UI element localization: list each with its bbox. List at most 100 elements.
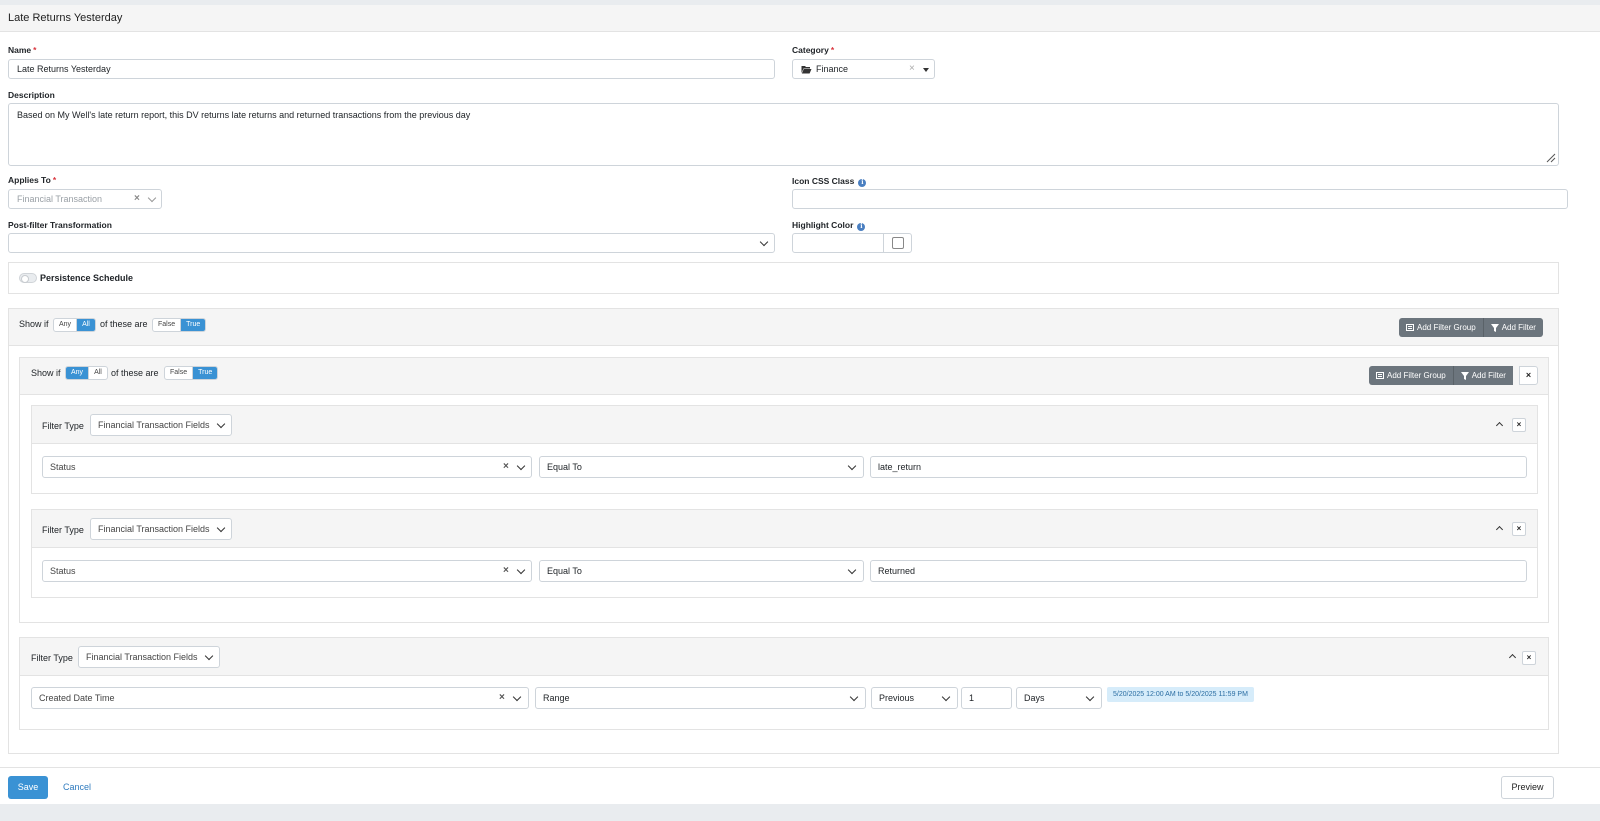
outer-match-any[interactable]: Any: [54, 319, 78, 331]
list-icon: [1376, 372, 1384, 379]
folder-open-icon: [801, 66, 812, 74]
persistence-toggle[interactable]: [19, 273, 37, 283]
info-icon[interactable]: i: [858, 179, 867, 187]
persistence-panel: Persistence Schedule: [8, 262, 1559, 294]
filter-2-type-label: Filter Type: [42, 525, 84, 535]
filter-2-header: Filter Type Financial Transaction Fields…: [32, 510, 1537, 548]
name-input[interactable]: Late Returns Yesterday: [8, 59, 775, 79]
applies-to-select[interactable]: Financial Transaction ×: [8, 189, 162, 209]
chevron-down-icon: [516, 461, 526, 471]
resize-handle-icon[interactable]: [1546, 153, 1556, 163]
collapse-chevron-up-icon[interactable]: [1495, 525, 1504, 534]
chevron-down-icon: [216, 419, 226, 429]
inner-match-any[interactable]: Any: [66, 367, 90, 379]
filter-1-field-select[interactable]: Status ×: [42, 456, 532, 478]
chevron-down-icon: [512, 692, 522, 702]
outer-truth-true[interactable]: True: [181, 319, 206, 331]
highlight-color-input[interactable]: [792, 233, 884, 253]
outer-add-filter-group-button[interactable]: Add Filter Group: [1399, 318, 1483, 337]
collapse-chevron-up-icon[interactable]: [1508, 653, 1517, 662]
category-label: Category *: [792, 45, 835, 55]
filter-icon: [1490, 323, 1499, 332]
inner-filter-group: Show if Any All of these are False True …: [19, 357, 1549, 623]
chevron-down-icon: [516, 565, 526, 575]
filter-2-type-select[interactable]: Financial Transaction Fields: [90, 518, 232, 540]
color-picker-button[interactable]: [883, 233, 912, 253]
inner-match-toggle[interactable]: Any All: [65, 366, 108, 380]
category-value: Finance: [816, 64, 849, 74]
outer-group-header: Show if Any All of these are False True …: [9, 309, 1558, 346]
highlight-color-label: Highlight Color i: [792, 220, 866, 231]
collapse-chevron-up-icon[interactable]: [1495, 421, 1504, 430]
preview-button[interactable]: Preview: [1501, 776, 1554, 799]
inner-truth-true[interactable]: True: [193, 367, 218, 379]
inner-add-filter-button[interactable]: Add Filter: [1452, 366, 1513, 385]
outer-truth-false[interactable]: False: [153, 319, 182, 331]
filter-card-3: Filter Type Financial Transaction Fields…: [19, 637, 1549, 730]
filter-1-operator-select[interactable]: Equal To: [539, 456, 864, 478]
inner-group-close-button[interactable]: ×: [1519, 366, 1538, 385]
save-button[interactable]: Save: [8, 776, 48, 799]
applies-to-label: Applies To *: [8, 175, 57, 185]
chevron-down-icon: [204, 651, 214, 661]
bottom-strip: [0, 804, 1600, 821]
filter-1-remove-button[interactable]: ×: [1512, 418, 1526, 432]
inner-add-buttons: Add Filter Group Add Filter: [1369, 366, 1513, 385]
filter-1-value-input[interactable]: late_return: [870, 456, 1527, 478]
chevron-down-icon[interactable]: [147, 193, 157, 203]
category-clear-icon[interactable]: ×: [909, 64, 915, 74]
color-swatch: [892, 237, 904, 249]
list-icon: [1406, 324, 1414, 331]
filter-1-type-select[interactable]: Financial Transaction Fields: [90, 414, 232, 436]
clear-icon[interactable]: ×: [503, 462, 509, 472]
post-filter-select[interactable]: [8, 233, 775, 253]
filter-2-remove-button[interactable]: ×: [1512, 522, 1526, 536]
outer-add-filter-button[interactable]: Add Filter: [1482, 318, 1543, 337]
info-icon[interactable]: i: [857, 223, 866, 231]
name-label: Name *: [8, 45, 37, 55]
filter-3-field-select[interactable]: Created Date Time ×: [31, 687, 529, 709]
caret-down-icon[interactable]: [923, 68, 929, 72]
chevron-down-icon[interactable]: [759, 237, 769, 247]
cancel-button[interactable]: Cancel: [63, 782, 91, 792]
filter-3-range-mode-select[interactable]: Previous: [871, 687, 958, 709]
outer-match-all[interactable]: All: [77, 319, 95, 331]
inner-show-if: Show if: [31, 368, 61, 378]
post-filter-label: Post-filter Transformation: [8, 220, 112, 230]
outer-truth-toggle[interactable]: False True: [152, 318, 207, 332]
category-select[interactable]: Finance ×: [792, 59, 935, 79]
chevron-down-icon: [216, 523, 226, 533]
inner-add-filter-group-button[interactable]: Add Filter Group: [1369, 366, 1453, 385]
outer-match-toggle[interactable]: Any All: [53, 318, 96, 332]
date-range-badge: 5/20/2025 12:00 AM to 5/20/2025 11:59 PM: [1107, 687, 1254, 702]
clear-icon[interactable]: ×: [503, 566, 509, 576]
filter-3-range-unit-select[interactable]: Days: [1016, 687, 1102, 709]
chevron-down-icon: [849, 692, 859, 702]
chevron-down-icon: [1085, 692, 1095, 702]
filter-card-1: Filter Type Financial Transaction Fields…: [31, 405, 1538, 494]
inner-truth-false[interactable]: False: [165, 367, 194, 379]
filter-2-value-input[interactable]: Returned: [870, 560, 1527, 582]
filter-3-range-count-input[interactable]: 1: [961, 687, 1012, 709]
description-text: Based on My Well's late return report, t…: [17, 110, 471, 120]
chevron-down-icon: [847, 461, 857, 471]
filter-2-field-select[interactable]: Status ×: [42, 560, 532, 582]
applies-to-value: Financial Transaction: [17, 194, 103, 204]
icon-css-class-label: Icon CSS Class i: [792, 176, 867, 187]
inner-of-these-are: of these are: [111, 368, 159, 378]
filter-3-remove-button[interactable]: ×: [1522, 651, 1536, 665]
description-label: Description: [8, 90, 55, 100]
inner-truth-toggle[interactable]: False True: [164, 366, 219, 380]
filter-3-operator-select[interactable]: Range: [535, 687, 866, 709]
clear-icon[interactable]: ×: [499, 693, 505, 703]
description-textarea[interactable]: Based on My Well's late return report, t…: [8, 103, 1559, 166]
filter-3-type-select[interactable]: Financial Transaction Fields: [78, 646, 220, 668]
outer-add-buttons: Add Filter Group Add Filter: [1399, 318, 1543, 337]
chevron-down-icon: [847, 565, 857, 575]
filter-3-header: Filter Type Financial Transaction Fields…: [20, 638, 1548, 676]
filter-icon: [1460, 371, 1469, 380]
applies-to-clear-icon[interactable]: ×: [134, 194, 140, 204]
inner-match-all[interactable]: All: [89, 367, 107, 379]
filter-2-operator-select[interactable]: Equal To: [539, 560, 864, 582]
icon-css-class-input[interactable]: [792, 189, 1568, 209]
